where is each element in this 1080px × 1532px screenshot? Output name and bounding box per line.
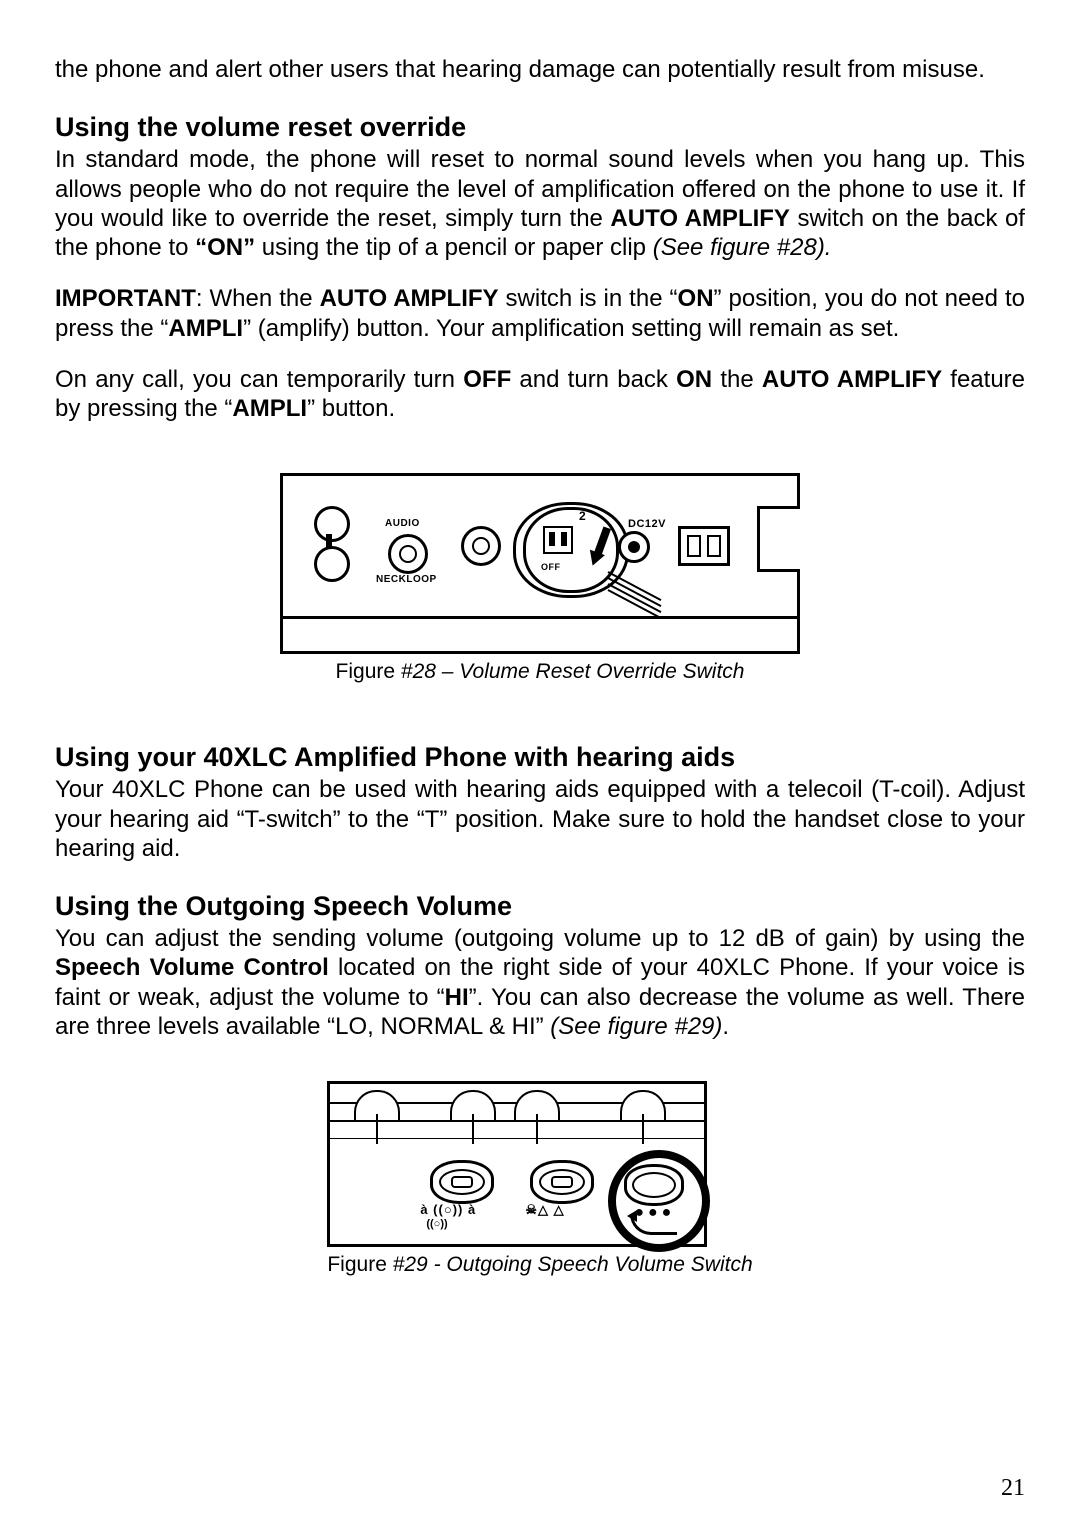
bold-auto-amplify: AUTO AMPLIFY [610, 205, 790, 232]
heading-hearing-aids: Using your 40XLC Amplified Phone with he… [55, 742, 1025, 773]
bold-on: ON [676, 366, 712, 393]
text: ” (amplify) button. Your amplification s… [243, 315, 899, 342]
heading-volume-reset-override: Using the volume reset override [55, 112, 1025, 143]
section1-paragraph2: IMPORTANT: When the AUTO AMPLIFY switch … [55, 284, 1025, 343]
text: and turn back [511, 366, 676, 393]
jack-icon [311, 506, 347, 576]
speech-volume-dial-icon [624, 1164, 684, 1206]
panel-notch [757, 506, 800, 572]
label-audio: AUDIO [385, 518, 420, 529]
text: You can adjust the sending volume (outgo… [55, 925, 1025, 952]
text: On any call, you can temporarily turn [55, 366, 463, 393]
glyph-label: à ((○)) à [420, 1202, 476, 1217]
text: using the tip of a pencil or paper clip [255, 234, 653, 261]
label-two: 2 [579, 509, 586, 523]
bold-important: IMPORTANT [55, 285, 196, 312]
motion-lines-icon [573, 571, 643, 611]
bold-auto-amplify: AUTO AMPLIFY [762, 366, 942, 393]
volume-port-icon [530, 1160, 594, 1204]
figure-28: AUDIO NECKLOOP 2 OFF DC12V Figure #28 – … [55, 473, 1025, 684]
dc-jack-icon [618, 531, 650, 563]
page-number: 21 [1001, 1475, 1025, 1502]
bold-on: “ON” [195, 234, 255, 261]
text: the [712, 366, 762, 393]
slot-icon [620, 1090, 666, 1120]
glyph-label: ((○)) [426, 1218, 447, 1230]
pencil-icon [583, 526, 613, 572]
auto-amplify-switch-icon [543, 526, 573, 554]
bold-on: ON [678, 285, 714, 312]
caption-prefix: Figure [327, 1253, 392, 1276]
socket-icon [678, 526, 730, 566]
bold-ampli: AMPLI [232, 395, 307, 422]
label-off: OFF [541, 562, 561, 572]
bold-speech-volume-control: Speech Volume Control [55, 954, 329, 981]
slot-icon [450, 1090, 496, 1120]
curved-arrow-icon [630, 1214, 677, 1235]
figure-29-diagram: à ((○)) à ((○)) ☠△ △ ●●● [327, 1081, 707, 1247]
text: switch is in the “ [499, 285, 678, 312]
caption-prefix: Figure [336, 660, 401, 683]
glyph-label: ☠△ △ [525, 1202, 564, 1218]
port-icon [461, 526, 501, 566]
volume-port-icon [430, 1160, 494, 1204]
section1-paragraph3: On any call, you can temporarily turn OF… [55, 365, 1025, 424]
section1-paragraph1: In standard mode, the phone will reset t… [55, 145, 1025, 262]
bold-hi: HI [445, 984, 469, 1011]
text: : When the [196, 285, 320, 312]
italic-see-figure-29: (See figure #29) [550, 1013, 722, 1040]
caption-italic: #29 - Outgoing Speech Volume Switch [393, 1253, 753, 1276]
audio-port-icon [388, 534, 428, 574]
label-neckloop: NECKLOOP [376, 574, 437, 585]
caption-italic: #28 – Volume Reset Override Switch [401, 660, 745, 683]
figure-28-diagram: AUDIO NECKLOOP 2 OFF DC12V [280, 473, 800, 619]
text: . [722, 1013, 729, 1040]
highlight-circle: ●●● [608, 1150, 710, 1252]
heading-outgoing-speech-volume: Using the Outgoing Speech Volume [55, 891, 1025, 922]
bold-auto-amplify: AUTO AMPLIFY [320, 285, 499, 312]
slot-icon [354, 1090, 400, 1120]
italic-see-figure-28: (See figure #28). [653, 234, 832, 261]
bold-ampli: AMPLI [168, 315, 243, 342]
figure-28-caption: Figure #28 – Volume Reset Override Switc… [280, 660, 800, 684]
figure-29: à ((○)) à ((○)) ☠△ △ ●●● Figure #29 - Ou… [55, 1081, 1025, 1277]
label-dc12v: DC12V [628, 518, 666, 530]
intro-paragraph: the phone and alert other users that hea… [55, 55, 1025, 84]
section3-paragraph1: You can adjust the sending volume (outgo… [55, 924, 1025, 1041]
bold-off: OFF [463, 366, 511, 393]
section2-paragraph1: Your 40XLC Phone can be used with hearin… [55, 775, 1025, 863]
text: ” button. [307, 395, 395, 422]
slot-icon [514, 1090, 560, 1120]
figure-29-caption: Figure #29 - Outgoing Speech Volume Swit… [327, 1253, 752, 1277]
